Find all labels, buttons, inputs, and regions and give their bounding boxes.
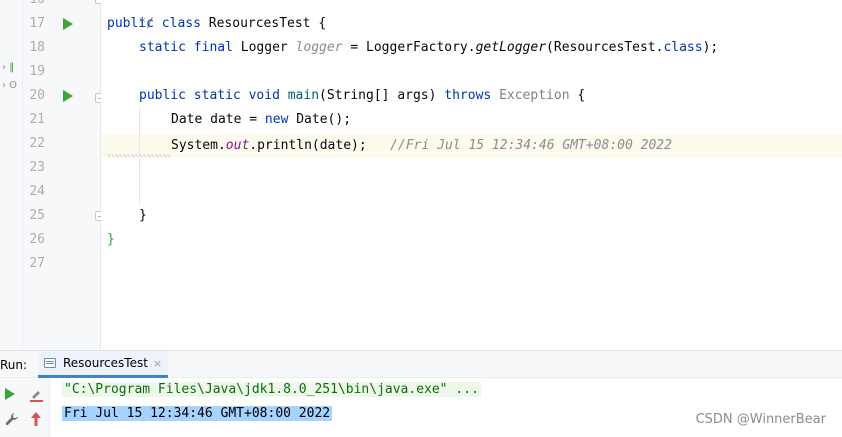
rerun-icon xyxy=(5,388,15,400)
keyword: final xyxy=(193,40,233,55)
brace: } xyxy=(139,208,147,223)
class-ref: System. xyxy=(171,138,226,153)
console-tab-icon xyxy=(44,358,56,368)
run-panel-header: Run: ResourcesTest × xyxy=(0,350,842,378)
editor-gutter: 16 17 18 19 20 21 22 23 24 25 26 27 xyxy=(23,0,105,350)
up-arrow-icon xyxy=(31,412,41,426)
run-panel-label: Run: xyxy=(0,358,28,372)
static-field: out xyxy=(225,138,250,153)
line-number: 19 xyxy=(29,64,45,79)
wrench-icon xyxy=(5,413,18,426)
settings-button[interactable] xyxy=(2,409,22,429)
line-number: 20 xyxy=(29,88,45,103)
method-name: main xyxy=(287,88,320,103)
structure-chevron-icon[interactable]: › ‖ xyxy=(2,62,14,74)
keyword: class xyxy=(663,40,703,55)
console-output-text: Fri Jul 15 12:34:46 GMT+08:00 2022 xyxy=(62,406,333,421)
console-line-output: Fri Jul 15 12:34:46 GMT+08:00 2022 xyxy=(62,403,333,425)
code-line-17: public class ResourcesTest { xyxy=(107,12,326,36)
code-line-26: } xyxy=(107,228,115,252)
line-number: 26 xyxy=(29,232,45,247)
keyword: class xyxy=(161,16,201,31)
operator: = xyxy=(342,40,367,55)
code-line-21: Date date = new Date(); xyxy=(171,108,351,132)
line-number: 22 xyxy=(29,136,45,151)
line-number: 23 xyxy=(29,160,45,175)
left-tool-strip: › ‖ › ʘ xyxy=(0,0,23,350)
factory-ref: LoggerFactory. xyxy=(366,40,476,55)
console-command-text: "C:\Program Files\Java\jdk1.8.0_251\bin\… xyxy=(62,382,481,397)
code-line-16: */ xyxy=(107,0,154,31)
keyword: public xyxy=(107,16,154,31)
method-call: getLogger xyxy=(475,40,547,55)
keyword: static xyxy=(139,40,186,55)
warning-squiggle xyxy=(107,154,171,157)
watermark: CSDN @WinnerBear xyxy=(695,412,826,427)
brace: { xyxy=(318,16,327,31)
line-number: 25 xyxy=(29,208,45,223)
constructor-call: Date(); xyxy=(296,112,352,127)
brace: } xyxy=(107,232,115,247)
run-gutter-icon[interactable] xyxy=(63,90,73,102)
run-gutter-icon[interactable] xyxy=(63,18,73,30)
code-line-22: System.out.println(date); //Fri Jul 15 1… xyxy=(171,134,672,158)
method-params: (String[] args) xyxy=(319,88,445,103)
console-output[interactable]: "C:\Program Files\Java\jdk1.8.0_251\bin\… xyxy=(50,378,842,437)
declaration: Date date = xyxy=(171,112,265,127)
structure-chevron-icon-2[interactable]: › ʘ xyxy=(2,80,17,92)
line-number: 18 xyxy=(29,40,45,55)
brace: { xyxy=(577,88,586,103)
field-name: logger xyxy=(295,40,343,55)
code-line-20: public static void main(String[] args) t… xyxy=(139,84,585,108)
keyword: void xyxy=(248,88,280,103)
exception-type: Exception xyxy=(499,88,570,103)
statement-end: ); xyxy=(702,40,719,55)
scroll-up-button[interactable] xyxy=(26,409,46,429)
run-toolbar xyxy=(0,378,50,437)
run-tab-label: ResourcesTest xyxy=(63,356,148,370)
line-number: 16 xyxy=(23,0,45,12)
keyword: throws xyxy=(444,88,492,103)
stop-button[interactable] xyxy=(26,384,46,404)
line-number: 21 xyxy=(29,112,45,127)
method-call: .println(date); xyxy=(249,138,367,153)
keyword: new xyxy=(264,112,289,127)
close-icon[interactable]: × xyxy=(153,357,162,370)
code-editor[interactable]: */ public class ResourcesTest { static f… xyxy=(101,0,842,350)
type-name: Logger xyxy=(240,40,288,55)
stop-edit-icon xyxy=(30,391,43,402)
rerun-button[interactable] xyxy=(2,384,22,404)
keyword: static xyxy=(193,88,241,103)
line-number: 17 xyxy=(29,16,45,31)
code-line-25: } xyxy=(139,204,147,228)
code-line-18: static final Logger logger = LoggerFacto… xyxy=(139,36,718,60)
keyword: public xyxy=(139,88,186,103)
line-comment: //Fri Jul 15 12:34:46 GMT+08:00 2022 xyxy=(390,138,672,153)
class-name: ResourcesTest xyxy=(208,16,311,31)
run-tab-resources-test[interactable]: ResourcesTest × xyxy=(38,351,169,378)
line-number: 27 xyxy=(29,256,45,271)
method-arg: (ResourcesTest. xyxy=(546,40,664,55)
line-number: 24 xyxy=(29,184,45,199)
console-line-command: "C:\Program Files\Java\jdk1.8.0_251\bin\… xyxy=(62,379,481,401)
